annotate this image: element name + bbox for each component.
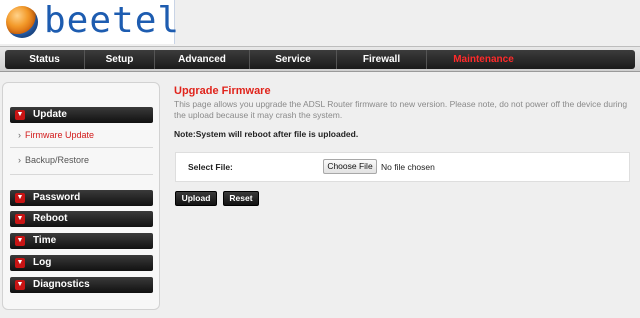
divider [10, 147, 153, 148]
sidebar-item-label: Diagnostics [33, 279, 90, 290]
nav-setup[interactable]: Setup [85, 50, 155, 69]
sidebar-subitem-firmware-update[interactable]: › Firmware Update [18, 130, 94, 140]
file-select-panel: Select File: Choose File No file chosen [175, 152, 630, 182]
sidebar-item-label: Reboot [33, 213, 68, 224]
chevron-right-icon: › [18, 130, 21, 140]
chevron-down-icon: ▼ [15, 236, 25, 246]
sidebar-item-label: Time [33, 235, 57, 246]
sidebar-item-label: Log [33, 257, 52, 268]
sidebar-item-update[interactable]: ▼ Update [10, 107, 153, 123]
select-file-label: Select File: [188, 162, 233, 172]
divider [10, 174, 153, 175]
top-navigation: Status Setup Advanced Service Firewall M… [0, 46, 640, 72]
chevron-right-icon: › [18, 155, 21, 165]
globe-logo-icon [6, 6, 38, 38]
sidebar-item-label: Password [33, 192, 81, 203]
page-title: Upgrade Firmware [174, 85, 271, 97]
nav-advanced[interactable]: Advanced [155, 50, 250, 69]
upload-button[interactable]: Upload [175, 191, 217, 206]
sidebar-subitem-backup-restore[interactable]: › Backup/Restore [18, 155, 89, 165]
reboot-note: Note:System will reboot after file is up… [174, 129, 359, 139]
nav-firewall[interactable]: Firewall [337, 50, 427, 69]
file-status-text: No file chosen [381, 162, 435, 172]
choose-file-button[interactable]: Choose File [323, 159, 377, 174]
sidebar-item-diagnostics[interactable]: ▼ Diagnostics [10, 277, 153, 293]
sidebar-item-label: Update [33, 109, 67, 120]
sidebar-item-log[interactable]: ▼ Log [10, 255, 153, 271]
chevron-down-icon: ▼ [15, 258, 25, 268]
sidebar-subitem-label: Firmware Update [25, 130, 95, 140]
sidebar-item-password[interactable]: ▼ Password [10, 190, 153, 206]
chevron-down-icon: ▼ [15, 110, 25, 120]
page-description: This page allows you upgrade the ADSL Ro… [174, 99, 628, 120]
chevron-down-icon: ▼ [15, 214, 25, 224]
sidebar-subitem-label: Backup/Restore [25, 155, 90, 165]
chevron-down-icon: ▼ [15, 193, 25, 203]
sidebar: ▼ Update › Firmware Update › Backup/Restor… [2, 82, 160, 310]
sidebar-item-time[interactable]: ▼ Time [10, 233, 153, 249]
nav-status[interactable]: Status [5, 50, 85, 69]
sidebar-item-reboot[interactable]: ▼ Reboot [10, 211, 153, 227]
chevron-down-icon: ▼ [15, 280, 25, 290]
nav-menu: Status Setup Advanced Service Firewall M… [5, 50, 635, 69]
brand-logo: beetel [0, 0, 179, 44]
nav-service[interactable]: Service [250, 50, 337, 69]
nav-maintenance[interactable]: Maintenance [427, 50, 540, 69]
brand-name: beetel [44, 0, 181, 41]
reset-button[interactable]: Reset [223, 191, 259, 206]
